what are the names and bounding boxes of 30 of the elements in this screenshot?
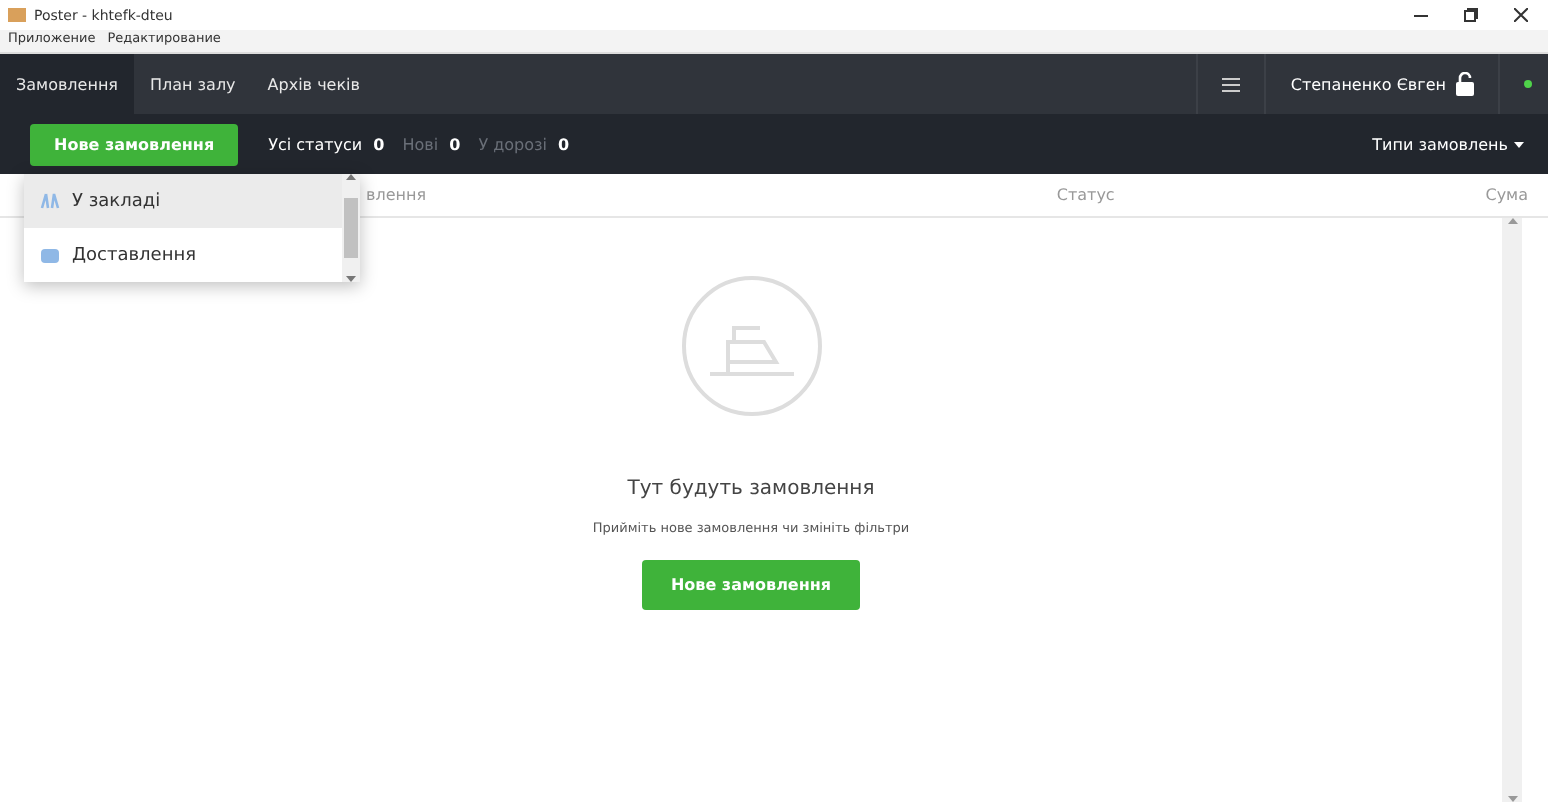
nav-tab[interactable]: Замовлення bbox=[0, 54, 134, 114]
order-types-dropdown[interactable]: Типи замовлень bbox=[1372, 135, 1548, 153]
status-filter[interactable]: У дорозі 0 bbox=[478, 135, 570, 153]
nav-tab[interactable]: Архів чеків bbox=[251, 54, 376, 114]
people-icon bbox=[40, 192, 60, 210]
scroll-down-icon[interactable] bbox=[1507, 796, 1517, 802]
status-filter[interactable]: Усі статуси 0 bbox=[268, 135, 385, 153]
status-filter[interactable]: Нові 0 bbox=[402, 135, 461, 153]
column-header: Статус bbox=[1054, 186, 1117, 204]
scroll-down-icon[interactable] bbox=[346, 276, 356, 282]
empty-state-title: Тут будуть замовлення bbox=[627, 478, 875, 500]
user-name[interactable]: Степаненко Євген bbox=[1290, 75, 1446, 93]
scrollbar[interactable] bbox=[342, 174, 360, 282]
restore-icon[interactable] bbox=[1464, 8, 1478, 22]
status-dot-icon bbox=[1524, 80, 1532, 88]
column-header: Сума bbox=[1485, 186, 1530, 204]
box-icon bbox=[40, 247, 60, 263]
empty-orders-drawing bbox=[679, 274, 823, 418]
order-type-item[interactable]: Доставлення bbox=[24, 228, 342, 282]
app-icon bbox=[8, 8, 26, 22]
close-icon[interactable] bbox=[1514, 8, 1528, 22]
scrollbar[interactable] bbox=[1502, 218, 1522, 802]
nav-tab[interactable]: План залу bbox=[133, 54, 252, 114]
order-type-item[interactable]: У закладі bbox=[24, 174, 342, 228]
scroll-up-icon[interactable] bbox=[1507, 218, 1517, 224]
scrollbar-thumb[interactable] bbox=[344, 198, 358, 258]
unlocked-padlock-icon[interactable] bbox=[1456, 72, 1474, 96]
column-header: влення bbox=[366, 186, 429, 204]
menu-icon[interactable] bbox=[1222, 77, 1241, 91]
caret-icon bbox=[1514, 141, 1524, 147]
